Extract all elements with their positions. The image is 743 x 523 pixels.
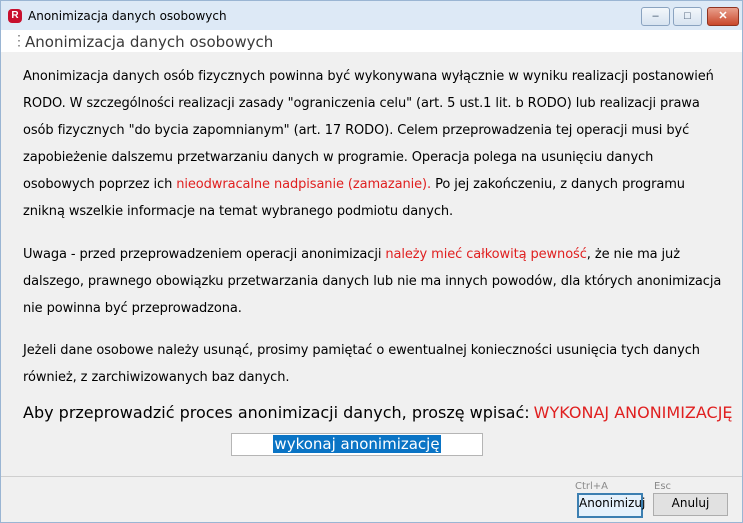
anonymize-button[interactable]: Anonimizuj [577,493,645,518]
app-logo-icon: R [8,9,22,23]
cancel-shortcut-hint: Esc [654,481,672,492]
prompt-label: Aby przeprowadzić proces anonimizacji da… [23,403,530,422]
dialog-window: R Anonimizacja danych osobowych – □ ✕ ⋮ … [0,0,743,523]
input-selected-text: wykonaj anonimizację [273,435,441,453]
window-title: Anonimizacja danych osobowych [28,9,227,23]
confirmation-input[interactable]: wykonaj anonimizację [231,433,483,456]
archive-paragraph: Jeżeli dane osobowe należy usunąć, prosi… [23,343,700,385]
prompt-keyword: WYKONAJ ANONIMIZACJĘ [533,403,733,422]
info-text: Uwaga - przed przeprowadzeniem operacji … [23,247,386,262]
dialog-content: Anonimizacja danych osób fizycznych powi… [1,52,742,477]
maximize-button[interactable]: □ [673,7,702,26]
warning-highlight: nieodwracalne nadpisanie (zamazanie). [176,177,432,192]
dialog-header: ⋮ Anonimizacja danych osobowych [1,30,742,52]
minimize-button[interactable]: – [641,7,670,26]
close-button[interactable]: ✕ [707,7,739,26]
cancel-button[interactable]: Anuluj [653,493,728,516]
title-bar[interactable]: R Anonimizacja danych osobowych – □ ✕ [1,1,742,30]
confirmation-prompt: Aby przeprowadzić proces anonimizacji da… [23,403,733,422]
grip-icon: ⋮ [12,32,26,48]
dialog-heading: Anonimizacja danych osobowych [25,33,274,51]
warning-highlight: należy mieć całkowitą pewność [385,247,587,262]
info-paragraph-1: Anonimizacja danych osób fizycznych powi… [23,63,723,225]
warning-paragraph: Uwaga - przed przeprowadzeniem operacji … [23,241,723,322]
confirm-shortcut-hint: Ctrl+A [575,481,609,492]
info-text: Anonimizacja danych osób fizycznych powi… [23,69,714,192]
